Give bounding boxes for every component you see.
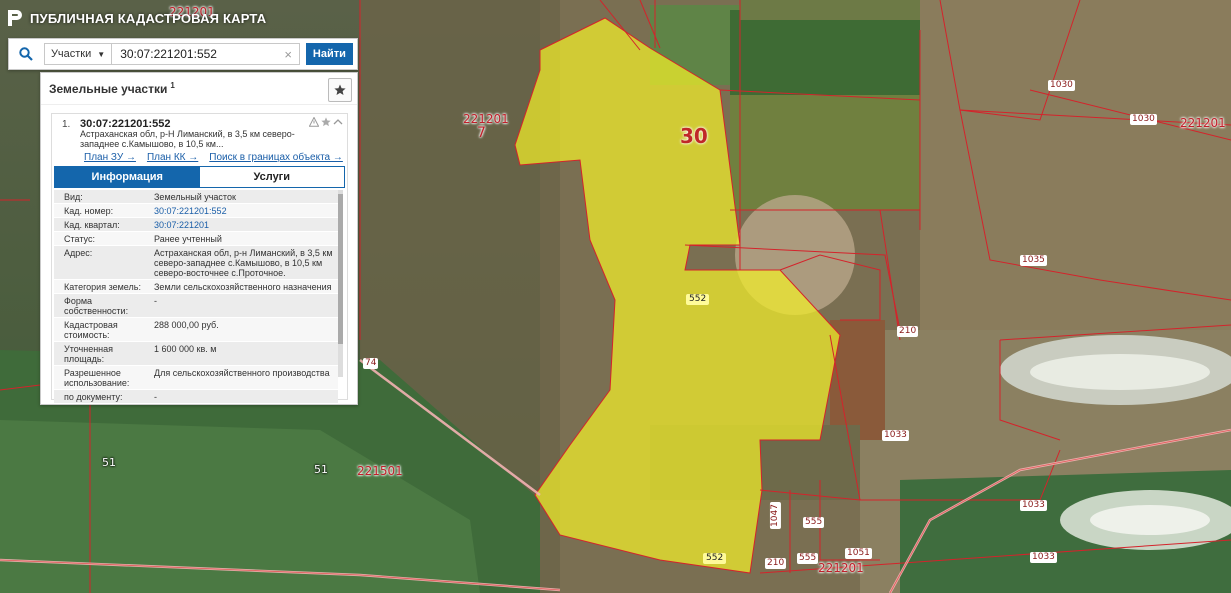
info-label: Форма собственности: xyxy=(64,296,129,316)
clear-icon[interactable]: × xyxy=(280,47,295,62)
results-panel: Земельные участки 1 1. 30:07:221201:552 А… xyxy=(40,72,358,405)
info-label: Категория земель: xyxy=(64,282,141,292)
info-label: Уточненная площадь: xyxy=(64,344,114,364)
info-value: Ранее учтенный xyxy=(154,234,222,244)
map-label-parcel: 555 xyxy=(797,553,819,564)
info-value: - xyxy=(154,296,157,306)
info-scrollbar[interactable] xyxy=(338,190,343,377)
app-title: ПУБЛИЧНАЯ КАДАСТРОВАЯ КАРТА xyxy=(30,10,267,26)
info-value: Астраханская обл, р-н Лиманский, в 3,5 к… xyxy=(154,248,333,278)
info-row-area: Уточненная площадь: 1 600 000 кв. м xyxy=(54,342,338,366)
map-label-parcel: 555 xyxy=(803,517,825,528)
info-table: Вид: Земельный участок Кад. номер: 30:07… xyxy=(54,190,338,404)
map-label-parcel: 552 xyxy=(703,553,727,564)
tab-information[interactable]: Информация xyxy=(55,167,200,187)
search-icon[interactable] xyxy=(13,42,40,66)
search-category-select[interactable]: Участки ▼ xyxy=(43,43,113,65)
map-label-big: 30 xyxy=(680,124,708,148)
info-row-category: Категория земель: Земли сельскохозяйстве… xyxy=(54,280,338,294)
info-value: Земельный участок xyxy=(154,192,236,202)
link-plan-zu[interactable]: План ЗУ → xyxy=(84,152,136,163)
map-label-parcel: 51 xyxy=(314,463,328,476)
info-label: Кадастровая стоимость: xyxy=(64,320,118,340)
map-label-parcel: 552 xyxy=(686,294,710,305)
favorite-button[interactable] xyxy=(328,78,352,102)
info-value: 1 600 000 кв. м xyxy=(154,344,217,354)
map-label-parcel: 1030 xyxy=(1048,80,1075,91)
info-label: Кад. квартал: xyxy=(64,220,120,230)
map-label-parcel: 1033 xyxy=(1020,500,1047,511)
map-label-quarter: 221201 xyxy=(818,561,864,575)
map-label-quarter: 221501 xyxy=(357,464,403,478)
result-links: План ЗУ → План КК → Поиск в границах объ… xyxy=(84,152,343,163)
map-label-quarter: 221201 xyxy=(1180,116,1226,130)
results-count: 1 xyxy=(170,81,175,90)
info-row-permitted-use: Разрешенное использование: Для сельскохо… xyxy=(54,366,338,390)
search-button[interactable]: Найти xyxy=(305,43,353,65)
result-actions xyxy=(309,117,343,127)
result-number: 1. xyxy=(62,119,71,130)
star-icon xyxy=(334,84,346,95)
tab-services[interactable]: Услуги xyxy=(199,167,344,187)
info-value: Для сельскохозяйственного производства xyxy=(154,368,330,378)
info-label: Адрес: xyxy=(64,248,93,258)
info-value: - xyxy=(154,392,157,402)
info-label: Вид: xyxy=(64,192,83,202)
link-plan-kk[interactable]: План КК → xyxy=(147,152,198,163)
search-category-label: Участки xyxy=(50,48,92,60)
map-label-parcel: 1035 xyxy=(1020,255,1047,266)
map-label-parcel: 1033 xyxy=(1030,552,1057,563)
map-label-parcel: 51 xyxy=(102,456,116,469)
app-header: ПУБЛИЧНАЯ КАДАСТРОВАЯ КАРТА xyxy=(0,0,266,36)
search-input[interactable] xyxy=(112,43,301,65)
info-row-cad-quarter: Кад. квартал: 30:07:221201 xyxy=(54,218,338,232)
map-label-parcel: 210 xyxy=(897,326,919,337)
results-title: Земельные участки 1 xyxy=(49,81,175,96)
scrollbar-thumb[interactable] xyxy=(338,194,343,344)
info-row-cost: Кадастровая стоимость: 288 000,00 руб. xyxy=(54,318,338,342)
map-label-parcel: 210 xyxy=(765,558,787,569)
info-value-link[interactable]: 30:07:221201 xyxy=(150,218,338,231)
info-row-cad-number: Кад. номер: 30:07:221201:552 xyxy=(54,204,338,218)
result-card[interactable]: 1. 30:07:221201:552 Астраханская обл, р-… xyxy=(51,113,348,404)
info-label: Кад. номер: xyxy=(64,206,114,216)
results-header: Земельные участки 1 xyxy=(41,73,357,105)
info-value: 288 000,00 руб. xyxy=(154,320,219,330)
logo-icon xyxy=(8,10,22,26)
map-label-number: 7 xyxy=(477,125,486,141)
chevron-up-icon[interactable] xyxy=(333,117,343,127)
map-label-parcel: 1051 xyxy=(845,548,872,559)
warning-icon[interactable] xyxy=(309,117,319,127)
info-row-address: Адрес: Астраханская обл, р-н Лиманский, … xyxy=(54,246,338,280)
info-label: по документу: xyxy=(64,392,123,402)
result-address: Астраханская обл, р-Н Лиманский, в 3,5 к… xyxy=(80,129,295,149)
map-label-parcel: 1033 xyxy=(882,430,909,441)
star-icon[interactable] xyxy=(321,117,331,127)
info-row-ownership: Форма собственности: - xyxy=(54,294,338,318)
info-value: Земли сельскохозяйственного назначения xyxy=(154,282,332,292)
link-search-in-bounds[interactable]: Поиск в границах объекта → xyxy=(209,152,343,163)
result-tabs: Информация Услуги xyxy=(54,166,345,188)
map-label-parcel: 1047 xyxy=(769,502,781,529)
info-label: Статус: xyxy=(64,234,95,244)
search-bar: Участки ▼ × Найти xyxy=(8,38,358,70)
map-label-parcel: 1030 xyxy=(1130,114,1157,125)
info-label: Разрешенное использование: xyxy=(64,368,130,388)
info-value-link[interactable]: 30:07:221201:552 xyxy=(150,204,338,217)
map-label-parcel: 74 xyxy=(363,358,379,369)
info-row-status: Статус: Ранее учтенный xyxy=(54,232,338,246)
info-row-type: Вид: Земельный участок xyxy=(54,190,338,204)
info-row-by-document: по документу: - xyxy=(54,390,338,404)
chevron-down-icon: ▼ xyxy=(97,49,106,59)
